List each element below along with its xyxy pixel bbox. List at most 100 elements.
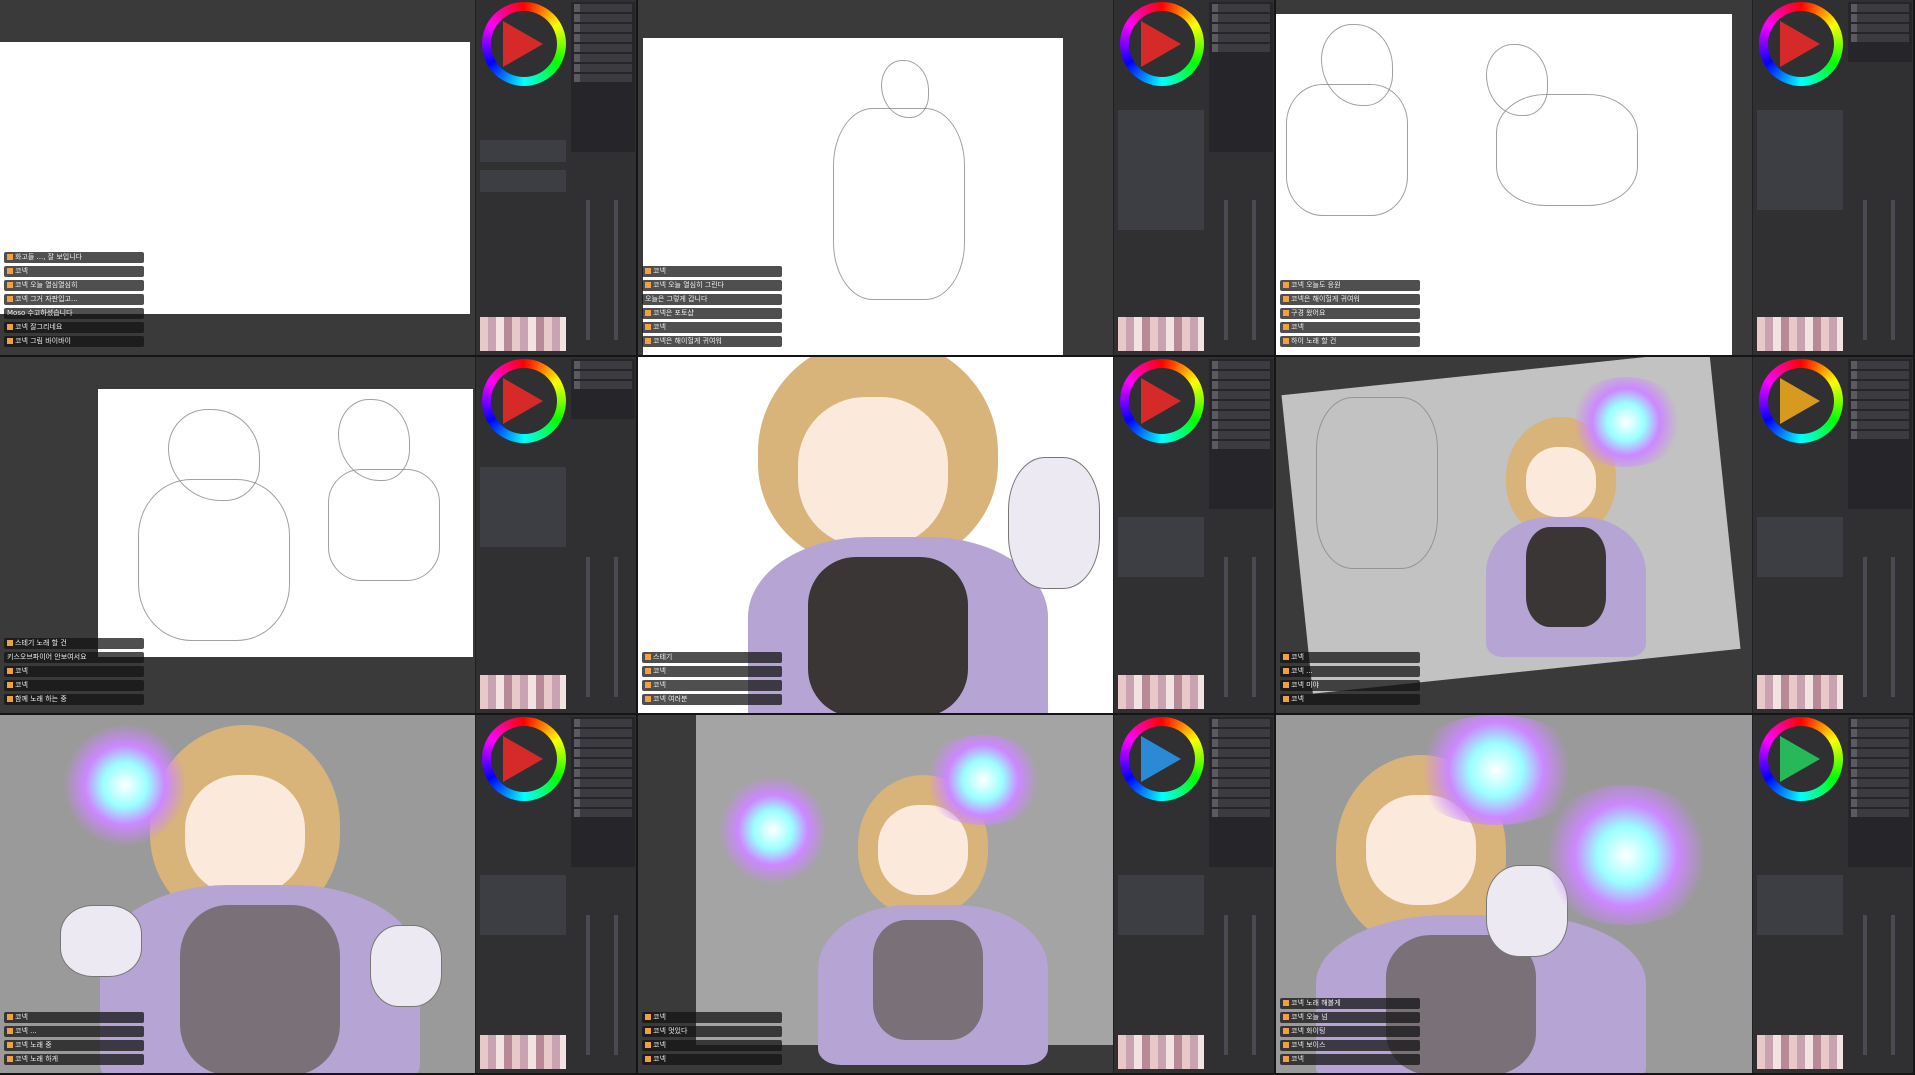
- brush-panel[interactable]: [480, 467, 566, 547]
- color-wheel[interactable]: [1759, 717, 1843, 801]
- layer-panel[interactable]: [571, 359, 635, 419]
- layer-panel[interactable]: [571, 2, 635, 152]
- canvas-area[interactable]: 코넥 노래 해볼게 코넥 오늘 넘 코넥 화이팅 코넥 보이스 코넥: [1276, 715, 1752, 1073]
- opacity-slider[interactable]: [1891, 200, 1895, 340]
- size-slider[interactable]: [1224, 557, 1228, 697]
- color-wheel[interactable]: [1120, 717, 1204, 801]
- chat-message: 코넥은 해이헐게 귀여워: [1280, 294, 1420, 305]
- color-triangle[interactable]: [503, 21, 543, 67]
- color-swatches[interactable]: [1118, 1035, 1204, 1069]
- sub-tool-panel[interactable]: [480, 170, 566, 192]
- color-swatches[interactable]: [1118, 317, 1204, 351]
- size-slider[interactable]: [1863, 915, 1867, 1055]
- brush-panel[interactable]: [1118, 875, 1204, 935]
- face: [1526, 447, 1596, 517]
- chat-message: 코넥: [1280, 652, 1420, 663]
- chat-message: 코넥: [642, 666, 782, 677]
- opacity-slider[interactable]: [614, 557, 618, 697]
- color-swatches[interactable]: [1118, 675, 1204, 709]
- color-swatches[interactable]: [480, 675, 566, 709]
- canvas-area[interactable]: 스테기 코넥 코넥 코넥 여러분: [638, 357, 1113, 713]
- canvas-area[interactable]: 코넥 코넥 오늘 열심히 그린다 오늘은 그렇게 갑니다 코넥은 포토샵 코넥 …: [638, 0, 1113, 355]
- color-swatches[interactable]: [1757, 1035, 1843, 1069]
- opacity-slider[interactable]: [1252, 557, 1256, 697]
- color-wheel[interactable]: [482, 359, 566, 443]
- color-wheel[interactable]: [1759, 359, 1843, 443]
- chat-message: 하이 노래 할 건: [1280, 336, 1420, 347]
- opacity-slider[interactable]: [1891, 557, 1895, 697]
- chat-message: 코넥 그거 자판입고...: [4, 294, 144, 305]
- brush-panel[interactable]: [1757, 875, 1843, 935]
- tile-7-render: 코넥 코넥 ... 코넥 노래 중 코넥 노래 하게: [0, 715, 638, 1075]
- color-swatches[interactable]: [480, 1035, 566, 1069]
- color-triangle[interactable]: [1780, 378, 1820, 424]
- size-slider[interactable]: [1224, 915, 1228, 1055]
- tool-panel: [475, 0, 636, 355]
- canvas-area[interactable]: 코넥 코넥 ... 코넥 미야 코넥: [1276, 357, 1752, 713]
- tool-panel: [475, 715, 636, 1073]
- chat-message: 코넥 잘그리네요: [4, 322, 144, 333]
- color-triangle[interactable]: [1780, 736, 1820, 782]
- color-triangle[interactable]: [1780, 21, 1820, 67]
- opacity-slider[interactable]: [614, 200, 618, 340]
- layer-panel[interactable]: [1848, 2, 1912, 62]
- canvas-area[interactable]: 코넥 코넥 멋있다 코넥 코넥: [638, 715, 1113, 1073]
- color-triangle[interactable]: [1141, 21, 1181, 67]
- tool-panel: [1752, 0, 1913, 355]
- opacity-slider[interactable]: [1252, 915, 1256, 1055]
- opacity-slider[interactable]: [1252, 200, 1256, 340]
- chat-message: 코넥 그림 바이바이: [4, 336, 144, 347]
- timelapse-grid: 화고들 ..., 잘 보입니다 코넥 코넥 오늘 열심열심히 코넥 그거 자판입…: [0, 0, 1915, 1075]
- brush-panel[interactable]: [1757, 110, 1843, 210]
- color-wheel[interactable]: [1120, 2, 1204, 86]
- size-slider[interactable]: [586, 200, 590, 340]
- color-triangle[interactable]: [1141, 378, 1181, 424]
- size-slider[interactable]: [586, 915, 590, 1055]
- layer-panel[interactable]: [1209, 717, 1273, 867]
- chat-message: 코넥 노래 중: [4, 1040, 144, 1051]
- canvas-area[interactable]: 화고들 ..., 잘 보입니다 코넥 코넥 오늘 열심열심히 코넥 그거 자판입…: [0, 0, 475, 355]
- canvas-area[interactable]: 코넥 오늘도 응원 코넥은 해이헐게 귀여워 구경 왔어요 코넥 하이 노래 할…: [1276, 0, 1752, 355]
- layer-panel[interactable]: [571, 717, 635, 867]
- opacity-slider[interactable]: [614, 915, 618, 1055]
- brush-panel[interactable]: [1118, 110, 1204, 230]
- size-slider[interactable]: [1863, 557, 1867, 697]
- chat-message: 스테기 노래 할 건: [4, 638, 144, 649]
- canvas-area[interactable]: 코넥 코넥 ... 코넥 노래 중 코넥 노래 하게: [0, 715, 475, 1073]
- opacity-slider[interactable]: [1891, 915, 1895, 1055]
- color-swatches[interactable]: [480, 317, 566, 351]
- color-swatches[interactable]: [1757, 317, 1843, 351]
- brush-panel[interactable]: [1757, 517, 1843, 577]
- color-swatches[interactable]: [1757, 675, 1843, 709]
- color-triangle[interactable]: [503, 736, 543, 782]
- color-triangle[interactable]: [503, 378, 543, 424]
- character-color: [1476, 377, 1686, 667]
- layer-panel[interactable]: [1209, 359, 1273, 509]
- size-slider[interactable]: [586, 557, 590, 697]
- size-slider[interactable]: [1224, 200, 1228, 340]
- chat-message: 코넥 멋있다: [642, 1026, 782, 1037]
- layer-panel[interactable]: [1209, 2, 1273, 152]
- color-wheel[interactable]: [1759, 2, 1843, 86]
- hair-glow-effect: [60, 725, 190, 845]
- glove: [1008, 457, 1100, 589]
- sketch-pose: [1496, 94, 1638, 206]
- color-wheel[interactable]: [482, 717, 566, 801]
- brush-panel[interactable]: [480, 875, 566, 935]
- chat-message: 코넥 ...: [4, 1026, 144, 1037]
- color-wheel[interactable]: [1120, 359, 1204, 443]
- layer-panel[interactable]: [1848, 717, 1912, 867]
- layer-panel[interactable]: [1848, 359, 1912, 509]
- paper[interactable]: [98, 389, 473, 657]
- chat-message: 코넥 ...: [1280, 666, 1420, 677]
- brush-panel[interactable]: [480, 140, 566, 162]
- brush-panel[interactable]: [1118, 517, 1204, 577]
- color-wheel[interactable]: [482, 2, 566, 86]
- tool-panel: [1752, 357, 1913, 713]
- tool-panel: [1113, 357, 1274, 713]
- canvas-area[interactable]: 스테기 노래 할 건 키스오브파이어 안보여서요 코넥 코넥 함께 노래 하는 …: [0, 357, 475, 713]
- glove-right: [370, 925, 442, 1007]
- tile-4-lineart: 스테기 노래 할 건 키스오브파이어 안보여서요 코넥 코넥 함께 노래 하는 …: [0, 357, 638, 715]
- size-slider[interactable]: [1863, 200, 1867, 340]
- color-triangle[interactable]: [1141, 736, 1181, 782]
